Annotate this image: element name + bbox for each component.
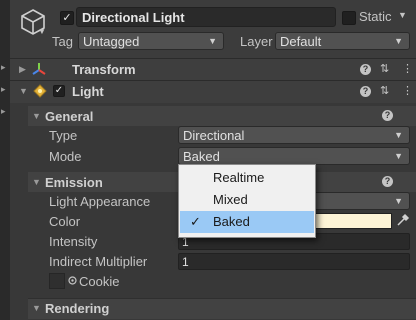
indirect-multiplier-label: Indirect Multiplier	[49, 254, 148, 269]
layer-label: Layer	[240, 34, 273, 49]
tag-label: Tag	[52, 34, 73, 49]
light-enabled-checkbox[interactable]: ✓	[53, 85, 65, 97]
fold-closed-icon[interactable]: ▶	[19, 64, 26, 75]
chevron-right-icon: ▸	[1, 62, 6, 72]
fold-open-icon[interactable]: ▼	[19, 86, 28, 96]
light-component-header[interactable]	[10, 80, 416, 103]
chevron-down-icon: ▼	[208, 36, 217, 46]
presets-icon[interactable]: ⇅	[380, 62, 389, 75]
chevron-right-icon: ▸	[1, 84, 6, 94]
mode-popup-menu: Realtime Mixed ✓ Baked	[178, 164, 316, 238]
cookie-thumbnail[interactable]	[49, 273, 65, 289]
active-checkbox[interactable]: ✓	[60, 11, 74, 25]
tag-value: Untagged	[83, 34, 140, 49]
chevron-down-icon: ▼	[394, 151, 403, 161]
component-menu-icon[interactable]: ⋮	[402, 84, 413, 97]
object-name-field[interactable]: Directional Light	[76, 7, 336, 27]
help-icon[interactable]: ?	[382, 176, 393, 187]
help-icon[interactable]: ?	[382, 110, 393, 121]
menu-item-baked[interactable]: ✓ Baked	[180, 211, 314, 233]
indirect-multiplier-field[interactable]: 1	[178, 253, 410, 270]
help-icon[interactable]: ?	[360, 86, 371, 97]
fold-open-icon[interactable]: ▼	[32, 303, 41, 313]
help-icon[interactable]: ?	[360, 64, 371, 75]
layer-value: Default	[280, 34, 322, 49]
fold-open-icon[interactable]: ▼	[32, 177, 41, 187]
checkmark-icon: ✓	[190, 214, 201, 229]
mode-value: Baked	[183, 149, 220, 164]
mode-label: Mode	[49, 149, 82, 164]
presets-icon[interactable]: ⇅	[380, 84, 389, 97]
emission-title: Emission	[45, 175, 103, 190]
transform-axes-icon	[32, 63, 46, 75]
tag-dropdown[interactable]: Untagged ▼	[78, 32, 224, 50]
eyedropper-icon[interactable]	[396, 213, 410, 227]
fold-open-icon[interactable]: ▼	[32, 111, 41, 121]
static-label: Static	[359, 9, 392, 24]
cookie-label: Cookie	[79, 274, 120, 289]
object-picker-icon[interactable]	[68, 276, 77, 285]
light-title: Light	[72, 84, 104, 99]
hierarchy-edge-strip: ▸ ▸ ▸	[0, 0, 10, 320]
component-menu-icon[interactable]: ⋮	[402, 62, 413, 75]
type-label: Type	[49, 128, 78, 143]
general-title: General	[45, 109, 94, 124]
light-bulb-icon	[33, 84, 47, 98]
chevron-right-icon: ▸	[1, 106, 6, 116]
layer-dropdown[interactable]: Default ▼	[275, 32, 410, 50]
type-dropdown[interactable]: Directional ▼	[178, 126, 410, 144]
chevron-down-icon: ▼	[394, 130, 403, 140]
menu-item-realtime[interactable]: Realtime	[180, 167, 314, 189]
rendering-title: Rendering	[45, 301, 110, 316]
transform-component-header[interactable]	[10, 58, 416, 81]
transform-title: Transform	[72, 62, 136, 77]
color-label: Color	[49, 214, 81, 229]
static-dropdown-icon[interactable]: ▼	[398, 10, 407, 20]
intensity-label: Intensity	[49, 234, 98, 249]
static-checkbox[interactable]	[342, 11, 356, 25]
menu-item-mixed[interactable]: Mixed	[180, 189, 314, 211]
mode-dropdown[interactable]: Baked ▼	[178, 147, 410, 165]
chevron-down-icon: ▼	[394, 36, 403, 46]
type-value: Directional	[183, 128, 245, 143]
light-appearance-label: Light Appearance	[49, 194, 151, 209]
icon-dropdown-icon[interactable]: ▼	[38, 27, 46, 36]
chevron-down-icon: ▼	[394, 196, 403, 206]
